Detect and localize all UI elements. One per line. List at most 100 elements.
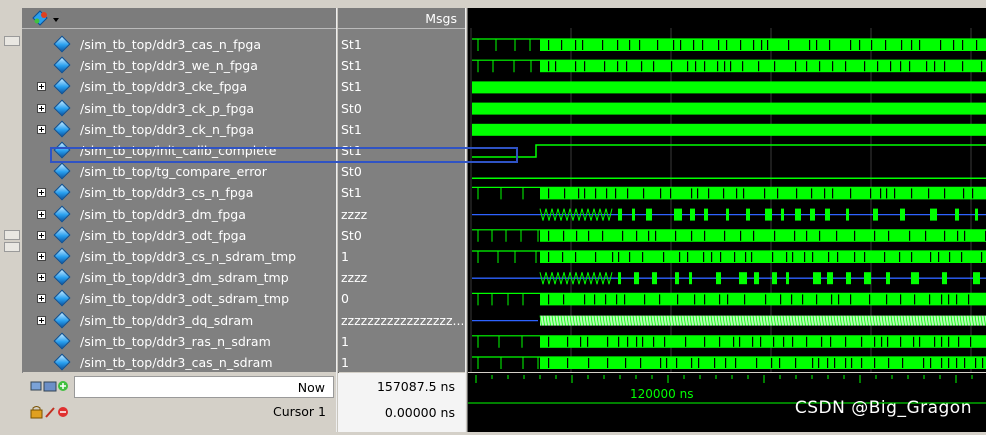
wave-gap — [909, 230, 911, 241]
signal-row[interactable]: /sim_tb_top/tg_compare_error — [22, 162, 336, 183]
wave-gap — [818, 358, 820, 368]
signal-name: /sim_tb_top/ddr3_dm_fpga — [80, 206, 246, 222]
wave-gap — [976, 40, 978, 50]
wave-gap — [653, 61, 655, 72]
wave-gap — [636, 230, 638, 241]
wave-gap — [886, 188, 888, 199]
wave-gap — [869, 294, 871, 305]
signal-row[interactable]: /sim_tb_top/ddr3_cas_n_sdram — [22, 353, 336, 374]
signal-row[interactable]: /sim_tb_top/ddr3_dq_sdram — [22, 311, 336, 332]
expand-icon[interactable] — [37, 315, 46, 325]
wave-gap — [761, 40, 763, 50]
signal-diamond-icon — [53, 332, 71, 350]
wave-gap — [864, 61, 866, 72]
expand-icon[interactable] — [37, 294, 46, 304]
wave-gap — [659, 294, 661, 305]
wave-gap — [643, 188, 645, 199]
wave-gap — [612, 252, 614, 262]
waveform-canvas[interactable] — [468, 8, 986, 372]
wave-bus-burst — [900, 208, 905, 221]
wave-gap — [642, 252, 644, 262]
signal-diamond-icon — [53, 289, 71, 307]
wave-gap — [888, 358, 890, 368]
wave-gap — [829, 40, 831, 50]
waveform-pane[interactable] — [468, 8, 986, 372]
signal-name: /sim_tb_top/ddr3_odt_fpga — [80, 227, 247, 243]
wave-gap — [745, 252, 747, 262]
wave-gap — [970, 336, 972, 347]
cursor-add-icon[interactable] — [30, 379, 72, 393]
signal-name: /sim_tb_top/ddr3_ras_n_sdram — [80, 333, 271, 349]
wave-gap — [930, 358, 932, 368]
signal-row[interactable]: /sim_tb_top/ddr3_odt_fpga — [22, 226, 336, 247]
signal-row[interactable]: /sim_tb_top/ddr3_ck_n_fpga — [22, 120, 336, 141]
signal-value: St0 — [341, 227, 362, 243]
signal-name: /sim_tb_top/ddr3_dq_sdram — [80, 312, 254, 328]
wave-gap — [982, 358, 984, 368]
wave-gap — [671, 61, 673, 72]
signal-value: 1 — [341, 249, 349, 264]
wave-bus-burst — [634, 272, 639, 285]
wave-gap — [639, 40, 641, 50]
signal-row[interactable]: /sim_tb_top/ddr3_cke_fpga — [22, 77, 336, 98]
wave-gap — [811, 188, 813, 199]
signal-row[interactable]: /sim_tb_top/ddr3_dm_sdram_tmp — [22, 268, 336, 289]
signal-row[interactable]: /sim_tb_top/ddr3_odt_sdram_tmp — [22, 289, 336, 310]
wave-gap — [605, 294, 607, 305]
wave-gap — [708, 188, 710, 199]
signal-diamond-icon — [53, 205, 71, 223]
wave-gap — [660, 358, 662, 368]
signal-name: /sim_tb_top/ddr3_cas_n_fpga — [80, 37, 262, 52]
wave-gap — [890, 61, 892, 72]
wave-gap — [870, 188, 872, 199]
timeline-label: 120000 ns — [630, 387, 694, 401]
expand-icon[interactable] — [37, 209, 46, 219]
expand-icon[interactable] — [37, 103, 46, 113]
signal-diamond-icon — [53, 183, 71, 201]
wave-gap — [795, 61, 797, 72]
wave-gap — [711, 252, 713, 262]
wave-gap — [961, 252, 963, 262]
expand-icon[interactable] — [37, 82, 46, 92]
signal-names-pane: /sim_tb_top/ddr3_cas_n_fpga/sim_tb_top/d… — [22, 8, 336, 372]
cursor-name-area: Now Cursor 1 — [22, 373, 336, 432]
wave-gap — [625, 358, 627, 368]
expand-icon[interactable] — [37, 230, 46, 240]
cursor-lock-icon[interactable] — [30, 405, 72, 419]
signal-row[interactable]: /sim_tb_top/ddr3_cas_n_fpga — [22, 35, 336, 56]
cursor-label-box[interactable]: Cursor 1 — [74, 401, 334, 423]
expand-icon[interactable] — [37, 124, 46, 134]
wave-bus-burst — [652, 272, 657, 285]
expand-icon[interactable] — [37, 188, 46, 198]
wave-bus-burst — [930, 208, 937, 221]
add-wave-icon[interactable] — [32, 10, 62, 26]
wave-gap — [740, 40, 742, 50]
expand-icon[interactable] — [37, 273, 46, 283]
signal-row[interactable]: /sim_tb_top/ddr3_ras_n_sdram — [22, 332, 336, 353]
signal-row[interactable]: /sim_tb_top/ddr3_we_n_fpga — [22, 56, 336, 77]
wave-gap — [812, 358, 814, 368]
signal-value: St0 — [341, 100, 362, 116]
wave-gap — [792, 252, 794, 262]
wave-activity-band — [540, 357, 986, 369]
wave-bus-burst — [739, 272, 747, 285]
signal-row[interactable]: /sim_tb_top/ddr3_ck_p_fpga — [22, 99, 336, 120]
gutter-tab — [4, 230, 20, 240]
wave-gap — [575, 40, 577, 50]
signal-row[interactable]: /sim_tb_top/ddr3_dm_fpga — [22, 205, 336, 226]
wave-gap — [874, 336, 876, 347]
expand-icon[interactable] — [37, 252, 46, 261]
wave-gap — [975, 358, 977, 368]
wave-gap — [719, 294, 721, 305]
wave-gap — [626, 61, 628, 72]
wave-gap — [944, 230, 946, 241]
names-header — [22, 8, 336, 29]
wave-clock-band — [472, 81, 986, 94]
wave-gap — [832, 188, 834, 199]
signal-row[interactable]: /sim_tb_top/ddr3_cs_n_fpga — [22, 183, 336, 204]
signal-row[interactable]: /sim_tb_top/ddr3_cs_n_sdram_tmp — [22, 247, 336, 268]
wave-bus-burst — [813, 272, 821, 285]
wave-gap — [779, 358, 781, 368]
signal-diamond-icon — [53, 77, 71, 95]
wave-gap — [744, 294, 746, 305]
